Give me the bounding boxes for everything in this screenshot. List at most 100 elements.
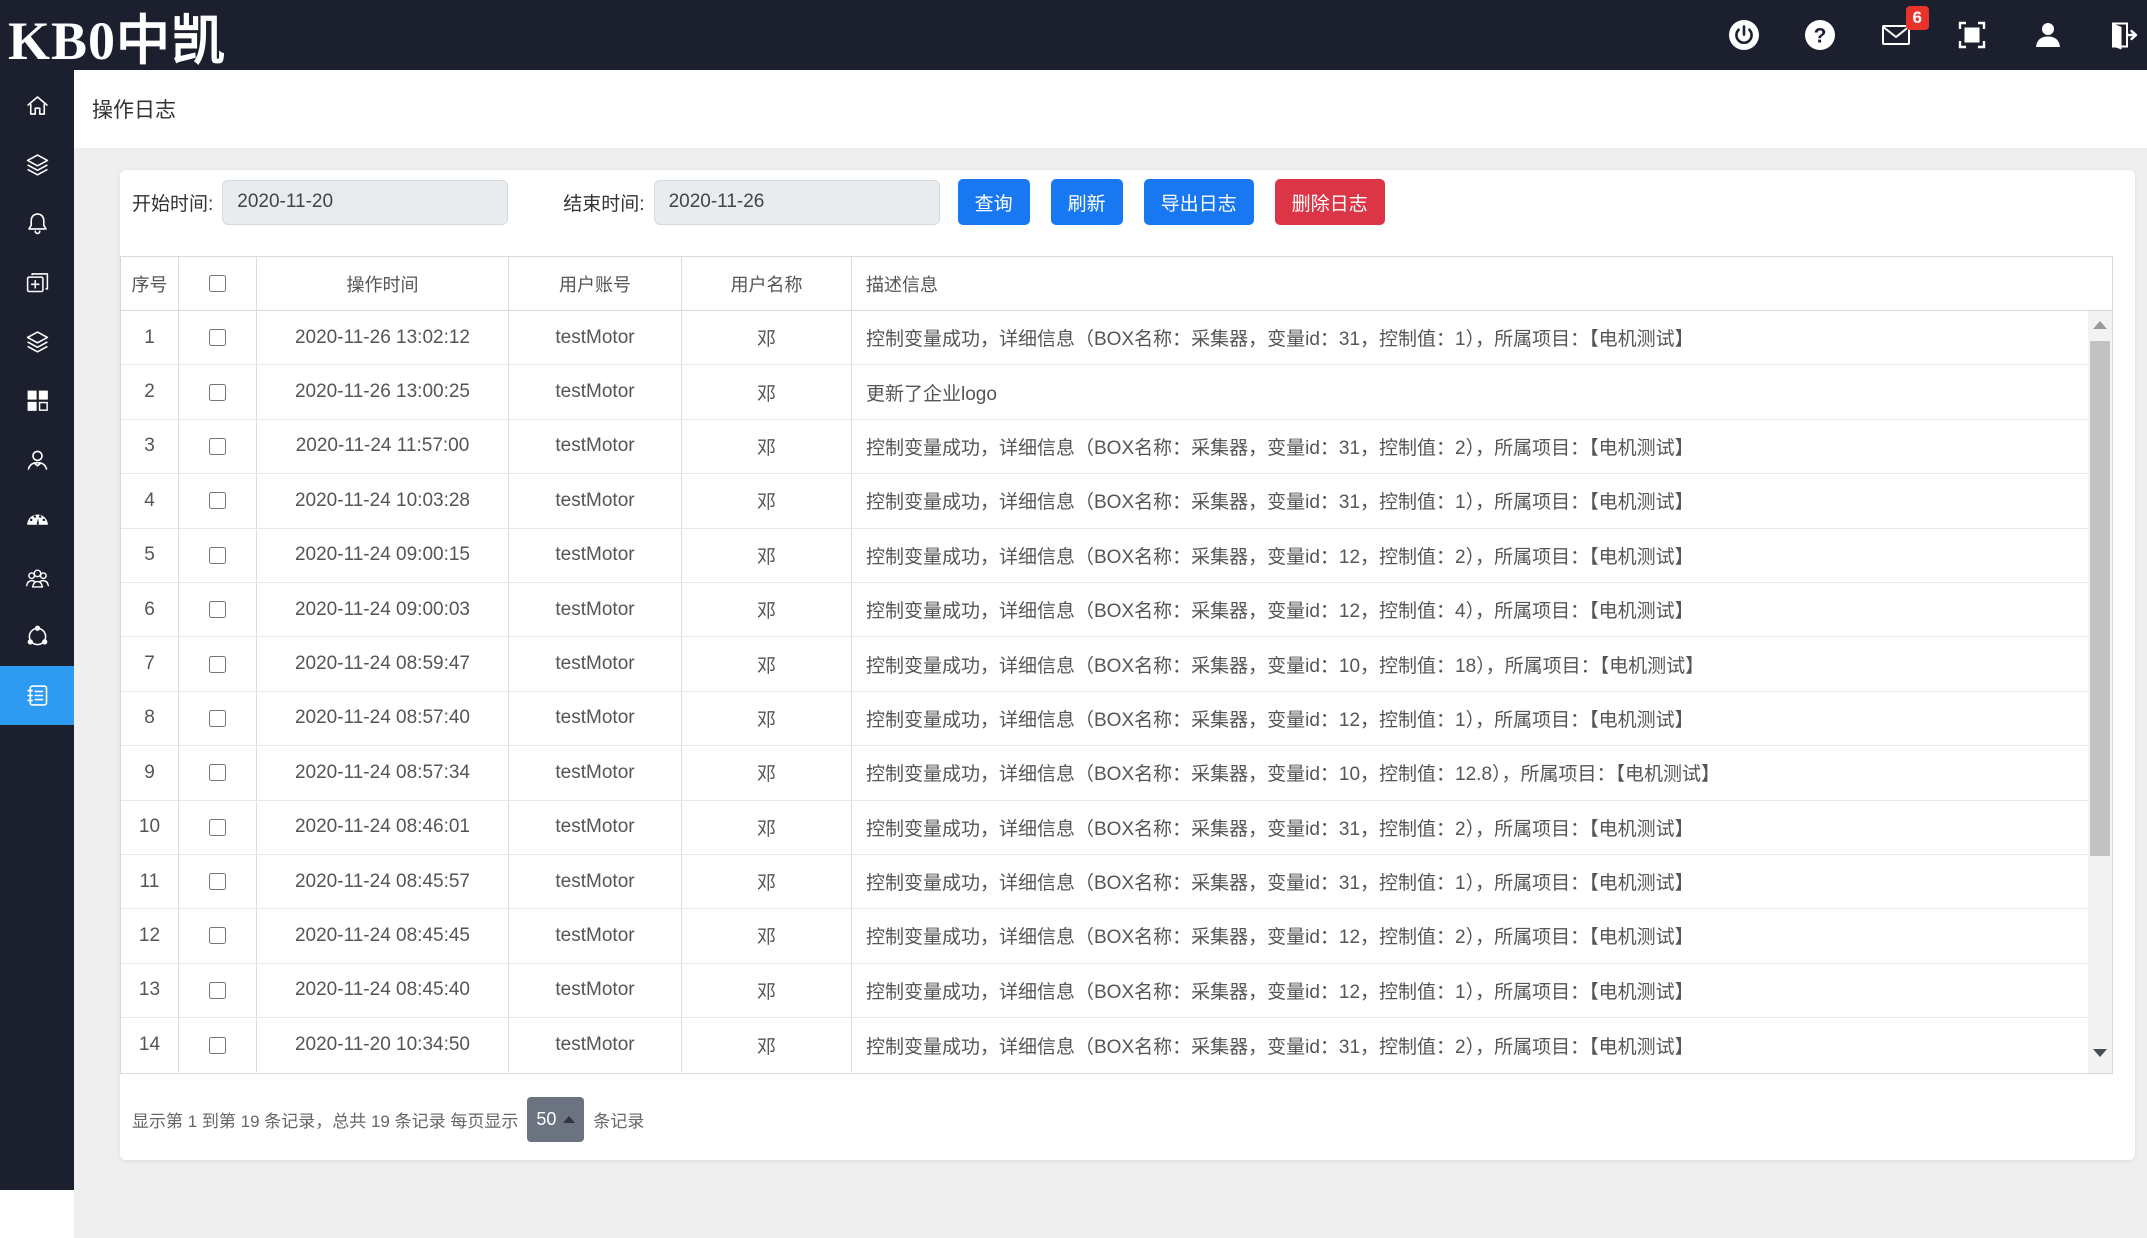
header-checkbox-cell (179, 257, 257, 310)
refresh-button[interactable]: 刷新 (1051, 179, 1123, 225)
log-notebook-icon (24, 682, 51, 709)
row-description: 控制变量成功，详细信息（BOX名称：采集器，变量id：31，控制值：2），所属项… (852, 420, 2088, 473)
row-checkbox[interactable] (209, 384, 226, 401)
sidebar-item-projects[interactable] (0, 135, 74, 194)
mail-badge: 6 (1906, 6, 1929, 30)
row-checkbox-cell (179, 855, 257, 908)
row-account: testMotor (509, 529, 682, 582)
sidebar-item-add-box[interactable] (0, 253, 74, 312)
start-time-input[interactable] (222, 180, 508, 225)
users-group-icon (24, 564, 51, 591)
row-checkbox-cell (179, 964, 257, 1017)
bell-icon (24, 210, 51, 237)
row-time: 2020-11-24 10:03:28 (257, 474, 509, 527)
row-description: 控制变量成功，详细信息（BOX名称：采集器，变量id：31，控制值：2），所属项… (852, 1018, 2088, 1072)
row-checkbox-cell (179, 801, 257, 854)
help-icon[interactable]: ? (1803, 18, 1837, 52)
row-time: 2020-11-24 08:45:40 (257, 964, 509, 1017)
page-size-dropdown[interactable]: 50 (527, 1097, 584, 1142)
row-username: 邓 (682, 801, 852, 854)
user-icon[interactable] (2031, 18, 2065, 52)
scrollbar-up-arrow[interactable] (2088, 311, 2112, 339)
row-account: testMotor (509, 583, 682, 636)
row-description: 更新了企业logo (852, 365, 2088, 418)
plus-square-icon (24, 269, 51, 296)
main-content: 操作日志 开始时间: 结束时间: 查询 刷新 导出日志 删除日志 序号 (74, 70, 2147, 1190)
row-checkbox-cell (179, 637, 257, 690)
sidebar-item-home[interactable] (0, 76, 74, 135)
row-account: testMotor (509, 637, 682, 690)
row-time: 2020-11-24 08:59:47 (257, 637, 509, 690)
row-no: 1 (121, 311, 179, 364)
row-description: 控制变量成功，详细信息（BOX名称：采集器，变量id：10，控制值：12.8），… (852, 746, 2088, 799)
header-name: 用户名称 (682, 257, 852, 310)
row-no: 8 (121, 692, 179, 745)
row-username: 邓 (682, 964, 852, 1017)
fullscreen-icon[interactable] (1955, 18, 1989, 52)
table-scrollbar[interactable] (2088, 311, 2112, 1073)
row-account: testMotor (509, 311, 682, 364)
row-account: testMotor (509, 909, 682, 962)
row-description: 控制变量成功，详细信息（BOX名称：采集器，变量id：12，控制值：2），所属项… (852, 529, 2088, 582)
pagination: 显示第 1 到第 19 条记录，总共 19 条记录 每页显示 50 条记录 (132, 1097, 2135, 1142)
row-checkbox-cell (179, 692, 257, 745)
row-checkbox[interactable] (209, 819, 226, 836)
row-checkbox[interactable] (209, 764, 226, 781)
mail-icon[interactable]: 6 (1879, 18, 1913, 52)
gauge-icon (24, 505, 51, 532)
scrollbar-thumb[interactable] (2090, 341, 2110, 856)
table-row: 6 2020-11-24 09:00:03 testMotor 邓 控制变量成功… (121, 583, 2088, 637)
row-description: 控制变量成功，详细信息（BOX名称：采集器，变量id：12，控制值：4），所属项… (852, 583, 2088, 636)
row-username: 邓 (682, 1018, 852, 1072)
row-checkbox[interactable] (209, 547, 226, 564)
pagination-summary: 显示第 1 到第 19 条记录，总共 19 条记录 每页显示 (132, 1107, 518, 1132)
scrollbar-down-arrow[interactable] (2088, 1039, 2112, 1067)
table-body-rows: 1 2020-11-26 13:02:12 testMotor 邓 控制变量成功… (121, 311, 2088, 1072)
row-time: 2020-11-24 08:57:34 (257, 746, 509, 799)
sidebar-item-users[interactable] (0, 548, 74, 607)
row-checkbox[interactable] (209, 656, 226, 673)
row-account: testMotor (509, 801, 682, 854)
row-checkbox-cell (179, 529, 257, 582)
sidebar (0, 70, 74, 1190)
row-checkbox[interactable] (209, 329, 226, 346)
row-checkbox[interactable] (209, 438, 226, 455)
export-log-button[interactable]: 导出日志 (1144, 179, 1254, 225)
row-time: 2020-11-26 13:02:12 (257, 311, 509, 364)
row-time: 2020-11-24 08:45:57 (257, 855, 509, 908)
log-panel: 开始时间: 结束时间: 查询 刷新 导出日志 删除日志 序号 操作时间 用户账号 (120, 170, 2135, 1160)
row-no: 2 (121, 365, 179, 418)
header-desc: 描述信息 (852, 257, 2112, 310)
row-checkbox[interactable] (209, 873, 226, 890)
end-time-input[interactable] (654, 180, 940, 225)
select-all-checkbox[interactable] (209, 275, 226, 292)
row-account: testMotor (509, 692, 682, 745)
table-row: 8 2020-11-24 08:57:40 testMotor 邓 控制变量成功… (121, 692, 2088, 746)
power-icon[interactable] (1727, 18, 1761, 52)
row-description: 控制变量成功，详细信息（BOX名称：采集器，变量id：12，控制值：2），所属项… (852, 909, 2088, 962)
sidebar-item-alarms[interactable] (0, 194, 74, 253)
sidebar-item-operation-log[interactable] (0, 666, 74, 725)
row-checkbox[interactable] (209, 927, 226, 944)
app-logo: KB0中凯 (8, 0, 226, 75)
row-account: testMotor (509, 964, 682, 1017)
sidebar-item-templates[interactable] (0, 312, 74, 371)
query-button[interactable]: 查询 (958, 179, 1030, 225)
sidebar-item-network[interactable] (0, 607, 74, 666)
logout-icon[interactable] (2107, 18, 2141, 52)
row-checkbox[interactable] (209, 1037, 226, 1054)
delete-log-button[interactable]: 删除日志 (1275, 179, 1385, 225)
row-checkbox[interactable] (209, 492, 226, 509)
table-row: 14 2020-11-20 10:34:50 testMotor 邓 控制变量成… (121, 1018, 2088, 1072)
sidebar-item-dashboard[interactable] (0, 489, 74, 548)
sidebar-item-account[interactable] (0, 430, 74, 489)
row-checkbox[interactable] (209, 710, 226, 727)
row-checkbox[interactable] (209, 982, 226, 999)
svg-text:?: ? (1814, 25, 1827, 48)
caret-up-icon (563, 1116, 575, 1123)
row-time: 2020-11-24 08:45:45 (257, 909, 509, 962)
sidebar-item-apps-grid[interactable] (0, 371, 74, 430)
row-time: 2020-11-24 08:46:01 (257, 801, 509, 854)
row-checkbox[interactable] (209, 601, 226, 618)
person-icon (24, 446, 51, 473)
